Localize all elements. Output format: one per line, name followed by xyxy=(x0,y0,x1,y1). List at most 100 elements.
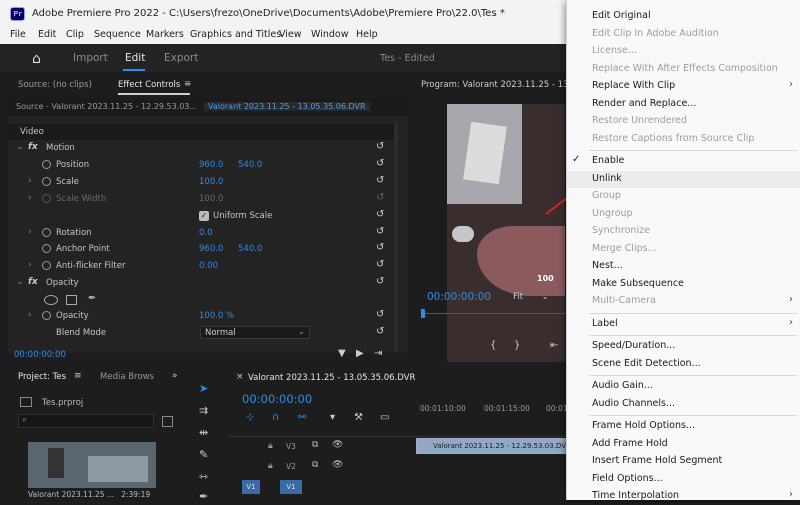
scale-value[interactable]: 100.0 xyxy=(199,177,223,187)
home-icon[interactable]: ⌂ xyxy=(32,51,41,67)
reset-icon[interactable]: ↺ xyxy=(376,276,384,287)
menu-markers[interactable]: Markers xyxy=(146,29,184,40)
settings-wrench-icon[interactable]: ⚒ xyxy=(354,412,363,423)
close-icon[interactable]: × xyxy=(236,372,244,382)
chevron-down-icon[interactable]: ⌄ xyxy=(16,277,24,287)
rectangle-mask-icon[interactable] xyxy=(66,295,77,305)
stopwatch-icon[interactable] xyxy=(42,177,51,186)
effect-controls-timecode[interactable]: 00:00:00:00 xyxy=(14,350,66,360)
tab-import[interactable]: Import xyxy=(73,52,108,64)
position-x-value[interactable]: 960.0 xyxy=(199,160,223,170)
program-video-frame[interactable]: 100 xyxy=(447,104,565,362)
chevron-right-icon[interactable]: › xyxy=(28,176,32,186)
reset-icon[interactable]: ↺ xyxy=(376,158,384,169)
add-marker-icon[interactable]: ▾ xyxy=(330,412,335,423)
menu-item-make-subsequence[interactable]: Make Subsequence xyxy=(567,276,800,293)
ripple-edit-tool-icon[interactable]: ⇹ xyxy=(199,426,208,439)
scrollbar[interactable] xyxy=(394,122,398,352)
razor-tool-icon[interactable]: ✎ xyxy=(199,448,208,461)
tab-edit[interactable]: Edit xyxy=(125,52,145,64)
rotation-value[interactable]: 0.0 xyxy=(199,228,213,238)
panel-menu-icon[interactable]: ≡ xyxy=(74,371,82,381)
source-patch-v1[interactable]: V1 xyxy=(242,480,260,494)
opacity-value[interactable]: 100.0 % xyxy=(199,311,234,321)
new-bin-icon[interactable] xyxy=(162,416,173,427)
tab-project[interactable]: Project: Tes xyxy=(18,372,66,382)
clip-thumbnail[interactable] xyxy=(28,442,156,488)
menu-item-time-interpolation[interactable]: Time Interpolation › xyxy=(567,488,800,505)
menu-item-replace-with-clip[interactable]: Replace With Clip › xyxy=(567,78,800,95)
reset-icon[interactable]: ↺ xyxy=(376,175,384,186)
tab-export[interactable]: Export xyxy=(164,52,198,64)
master-clip-label[interactable]: Source - Valorant 2023.11.25 - 12.29.53.… xyxy=(16,102,197,111)
eye-icon[interactable]: 👁︎ xyxy=(332,460,343,470)
menu-window[interactable]: Window xyxy=(311,29,348,40)
reset-icon[interactable]: ↺ xyxy=(376,226,384,237)
blend-mode-select[interactable]: Normal ⌄ xyxy=(200,326,310,339)
search-input[interactable]: ⌕ xyxy=(18,414,154,428)
reset-icon[interactable]: ↺ xyxy=(376,326,384,337)
panel-menu-icon[interactable]: ≡ xyxy=(184,79,191,89)
tab-media-browser[interactable]: Media Brows xyxy=(100,372,154,382)
chevron-right-icon[interactable]: › xyxy=(28,260,32,270)
menu-item-unlink[interactable]: Unlink xyxy=(567,170,800,188)
stopwatch-icon[interactable] xyxy=(42,261,51,270)
menu-item-label[interactable]: Label › xyxy=(567,316,800,333)
filter-icon[interactable]: ▼ xyxy=(338,348,346,359)
stopwatch-icon[interactable] xyxy=(42,228,51,237)
lock-icon[interactable]: 🔒︎ xyxy=(268,461,273,471)
timeline-timecode[interactable]: 00:00:00:00 xyxy=(242,392,312,406)
menu-item-insert-frame-hold-segment[interactable]: Insert Frame Hold Segment xyxy=(567,453,800,470)
menu-graphics[interactable]: Graphics and Titles xyxy=(190,29,281,40)
reset-icon[interactable]: ↺ xyxy=(376,209,384,220)
fit-select[interactable]: Fit ⌄ xyxy=(513,292,549,302)
uniform-scale-checkbox[interactable]: ✓ xyxy=(199,211,209,221)
menu-item-add-frame-hold[interactable]: Add Frame Hold xyxy=(567,436,800,453)
playhead-icon[interactable] xyxy=(421,309,425,318)
snap-icon[interactable]: ∩ xyxy=(272,412,279,423)
sync-lock-icon[interactable]: ⧉ xyxy=(312,440,318,450)
menu-item-audio-channels[interactable]: Audio Channels... xyxy=(567,396,800,413)
menu-sequence[interactable]: Sequence xyxy=(94,29,141,40)
effect-motion-row[interactable]: ⌄ fx Motion ↺ xyxy=(8,140,398,156)
anchor-y-value[interactable]: 540.0 xyxy=(238,244,262,254)
mark-in-icon[interactable]: { xyxy=(490,340,496,351)
stopwatch-icon[interactable] xyxy=(42,244,51,253)
position-y-value[interactable]: 540.0 xyxy=(238,160,262,170)
tab-source[interactable]: Source: (no clips) xyxy=(18,80,92,90)
anti-flicker-value[interactable]: 0.00 xyxy=(199,261,218,271)
selected-clip-label[interactable]: Valorant 2023.11.25 - 13.05.35.06.DVR xyxy=(204,102,370,111)
fx-icon[interactable]: fx xyxy=(28,142,38,152)
timeline-ruler[interactable]: 00:01:10:00 00:01:15:00 00:01:20 xyxy=(418,396,580,418)
menu-edit[interactable]: Edit xyxy=(38,29,56,40)
captions-icon[interactable]: ▭ xyxy=(380,412,389,423)
anchor-x-value[interactable]: 960.0 xyxy=(199,244,223,254)
menu-view[interactable]: View xyxy=(279,29,302,40)
timeline-sequence-tab[interactable]: Valorant 2023.11.25 - 13.05.35.06.DVR xyxy=(248,373,415,383)
track-select-tool-icon[interactable]: ⇉ xyxy=(199,404,208,417)
menu-help[interactable]: Help xyxy=(356,29,378,40)
program-scrub-bar[interactable] xyxy=(421,309,566,321)
menu-item-nest[interactable]: Nest... xyxy=(567,258,800,275)
menu-item-field-options[interactable]: Field Options... xyxy=(567,471,800,488)
linked-selection-icon[interactable]: ⚯ xyxy=(298,412,306,423)
nest-toggle-icon[interactable]: ⊹ xyxy=(246,412,254,423)
pen-tool-icon[interactable]: ✒ xyxy=(199,490,208,503)
mark-out-icon[interactable]: } xyxy=(514,340,520,351)
menu-item-edit-original[interactable]: Edit Original xyxy=(567,8,800,25)
chevron-down-icon[interactable]: ⌄ xyxy=(16,142,24,152)
slip-tool-icon[interactable]: ⇿ xyxy=(199,470,208,483)
menu-item-enable[interactable]: ✓ Enable xyxy=(567,153,800,170)
chevron-right-icon[interactable]: › xyxy=(28,193,32,203)
go-to-in-icon[interactable]: ⇤ xyxy=(550,340,558,351)
reset-icon[interactable]: ↺ xyxy=(376,259,384,270)
sync-lock-icon[interactable]: ⧉ xyxy=(312,460,318,470)
track-v2-label[interactable]: V2 xyxy=(286,462,296,471)
stopwatch-icon[interactable] xyxy=(42,311,51,320)
menu-item-frame-hold-options[interactable]: Frame Hold Options... xyxy=(567,418,800,435)
ellipse-mask-icon[interactable] xyxy=(44,295,58,305)
export-frame-icon[interactable]: ⇥ xyxy=(374,348,382,359)
tab-effect-controls[interactable]: Effect Controls xyxy=(118,80,180,90)
reset-icon[interactable]: ↺ xyxy=(376,242,384,253)
pen-mask-icon[interactable]: ✒ xyxy=(88,293,96,304)
